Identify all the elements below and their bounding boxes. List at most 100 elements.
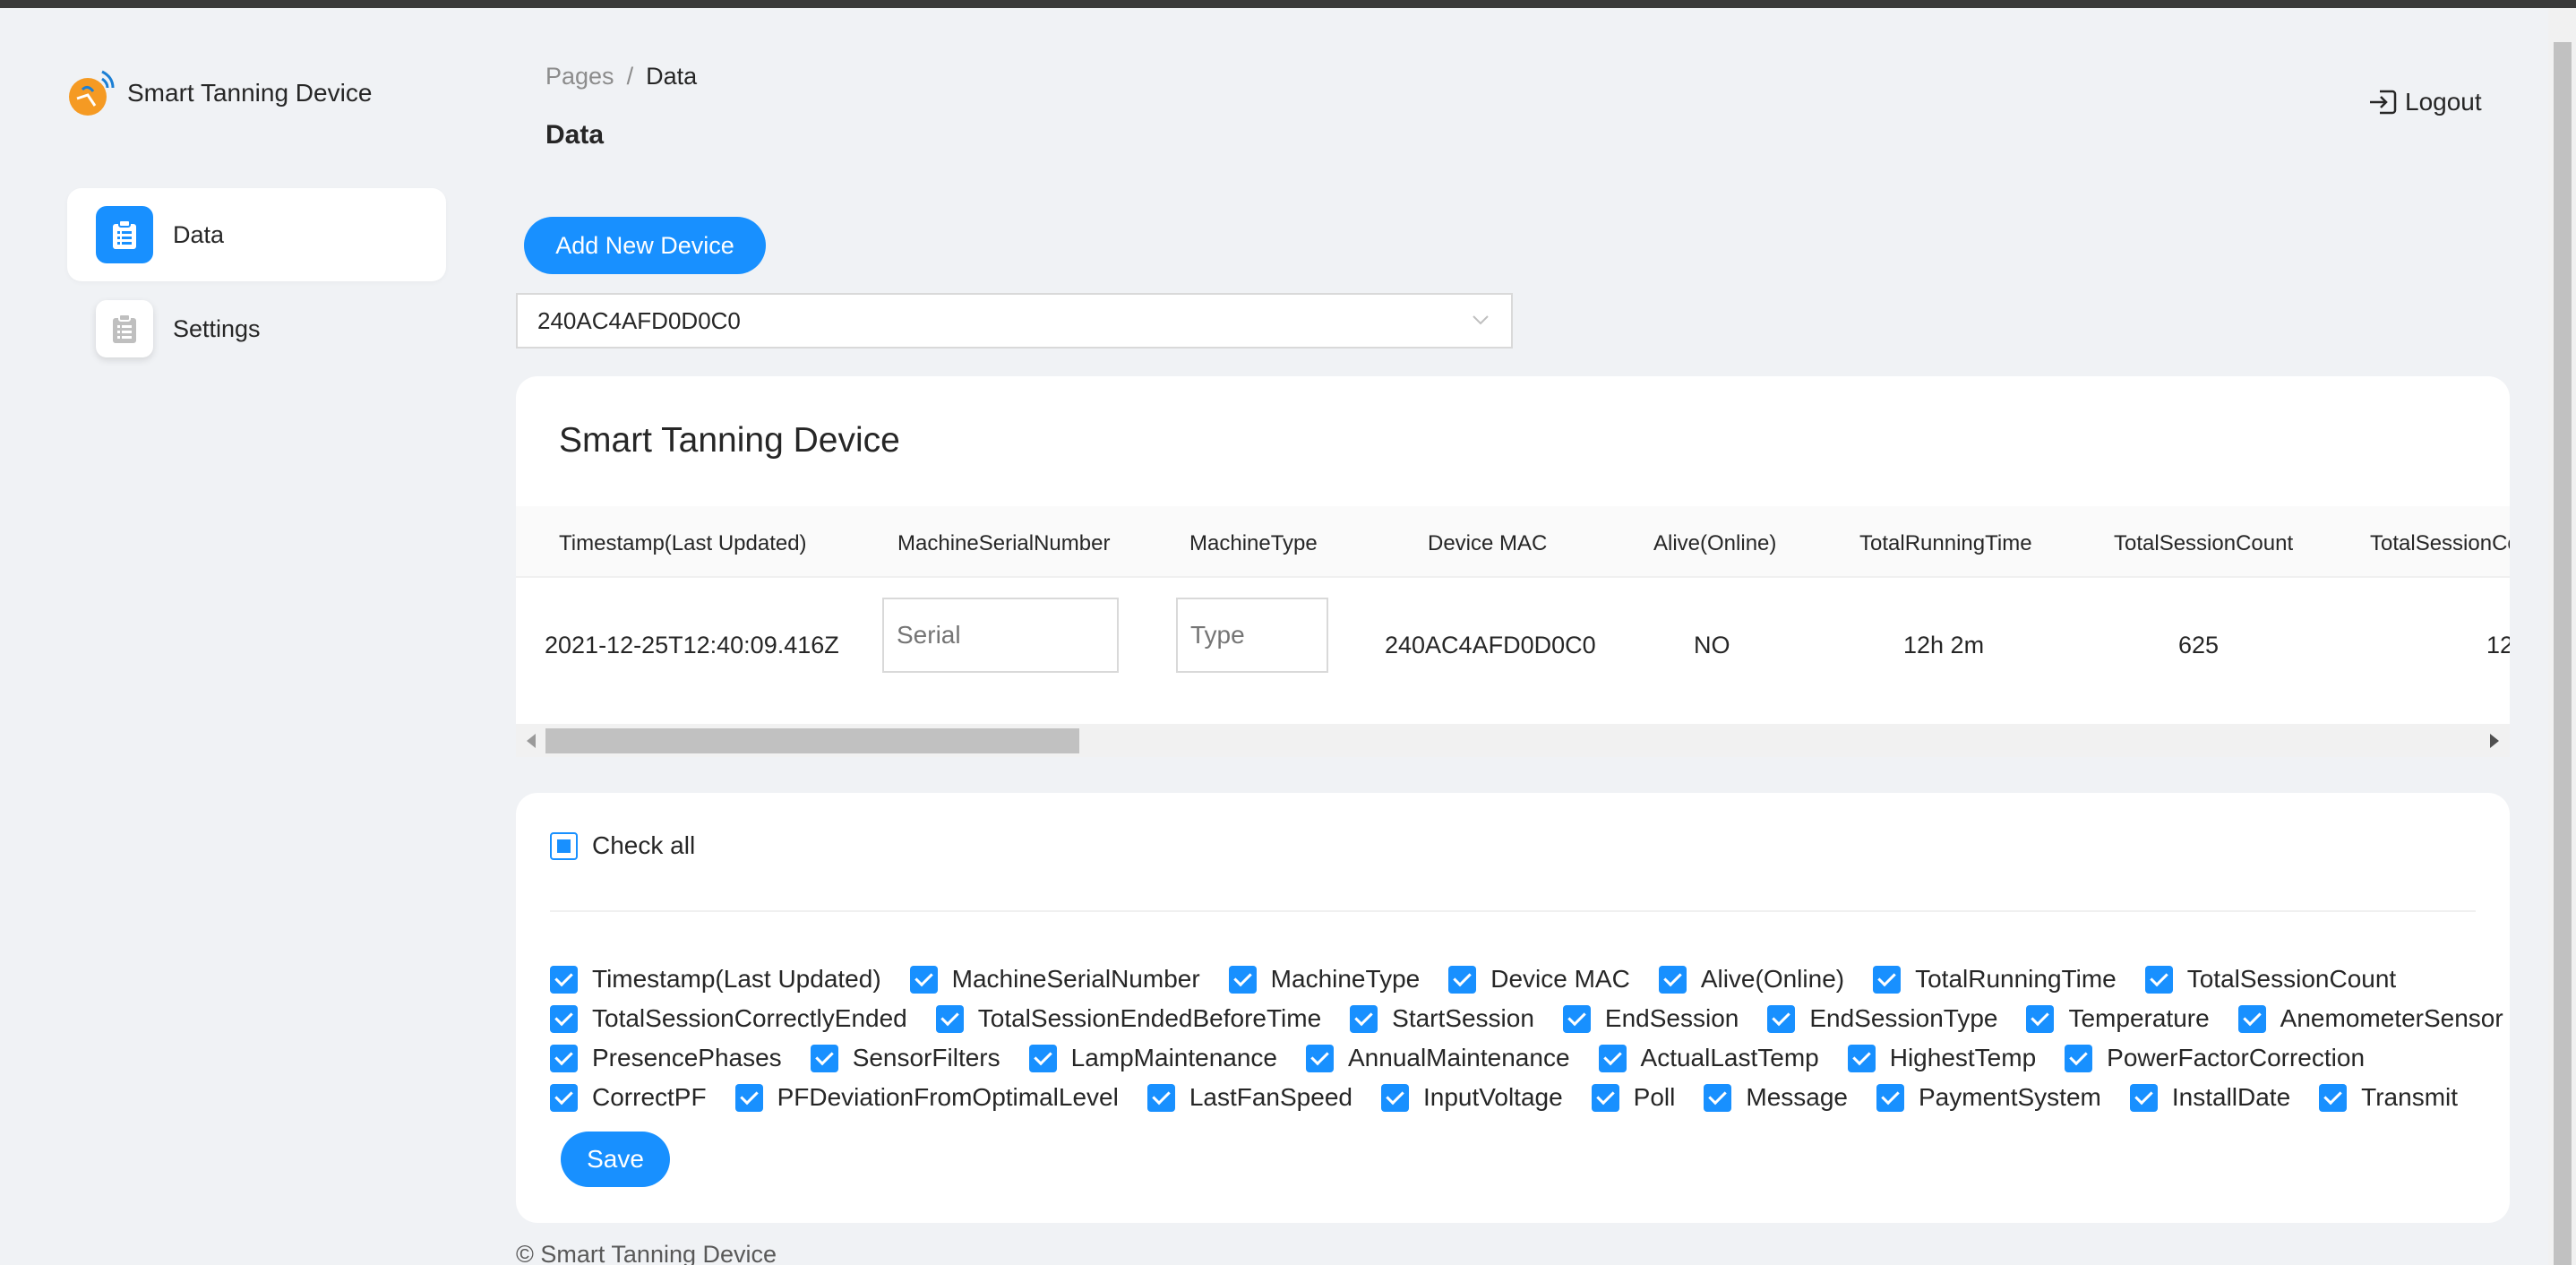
- column-header: MachineSerialNumber: [897, 531, 1111, 555]
- column-checkbox[interactable]: TotalSessionCount: [2144, 965, 2396, 994]
- column-checkbox[interactable]: EndSessionType: [1767, 1004, 1997, 1033]
- column-checkbox-label: Temperature: [2068, 1004, 2210, 1032]
- column-checkbox[interactable]: Alive(Online): [1658, 965, 1845, 994]
- horizontal-scrollbar[interactable]: [516, 724, 2510, 757]
- checkbox-checked-icon: [1350, 1004, 1378, 1033]
- checkbox-checked-icon: [1591, 1083, 1619, 1112]
- cell-running-time: 12h 2m: [1903, 632, 1985, 658]
- footer-text: © Smart Tanning Device: [516, 1241, 777, 1265]
- device-table-card: Smart Tanning Device Timestamp(Last Upda…: [516, 376, 2510, 757]
- checkbox-checked-icon: [1598, 1044, 1627, 1072]
- checkbox-checked-icon: [2129, 1083, 2158, 1112]
- column-checkbox[interactable]: TotalSessionCorrectlyEnded: [550, 1004, 907, 1033]
- column-options-row: Timestamp(Last Updated) MachineSerialNumb…: [550, 960, 2503, 999]
- column-checkbox[interactable]: PowerFactorCorrection: [2065, 1044, 2365, 1072]
- column-checkbox-label: StartSession: [1392, 1004, 1534, 1032]
- column-checkbox[interactable]: Temperature: [2026, 1004, 2210, 1033]
- type-input[interactable]: [1176, 598, 1328, 673]
- column-checkbox-label: TotalSessionEndedBeforeTime: [977, 1004, 1322, 1032]
- column-checkbox[interactable]: HighestTemp: [1847, 1044, 2036, 1072]
- table-header: Timestamp(Last Updated) MachineSerialNum…: [516, 506, 2510, 578]
- breadcrumb: Pages / Data: [545, 63, 697, 90]
- serial-input[interactable]: [882, 598, 1119, 673]
- scrollbar-thumb[interactable]: [2554, 42, 2572, 1265]
- device-select-value: 240AC4AFD0D0C0: [537, 306, 741, 334]
- scrollbar-thumb[interactable]: [545, 728, 1079, 753]
- chevron-down-icon: [1473, 315, 1489, 325]
- checkbox-checked-icon: [1704, 1083, 1732, 1112]
- column-checkbox-label: CorrectPF: [592, 1083, 707, 1111]
- clipboard-icon: [96, 300, 153, 357]
- column-header: Alive(Online): [1653, 531, 1777, 555]
- column-checkbox-label: TotalRunningTime: [1915, 965, 2117, 993]
- sidebar-item-settings[interactable]: Settings: [67, 282, 446, 375]
- add-new-device-button[interactable]: Add New Device: [524, 217, 766, 274]
- breadcrumb-separator: /: [626, 63, 634, 90]
- column-checkbox[interactable]: LampMaintenance: [1028, 1044, 1277, 1072]
- column-checkbox[interactable]: StartSession: [1350, 1004, 1534, 1033]
- checkbox-checked-icon: [2319, 1083, 2348, 1112]
- column-checkbox[interactable]: TotalSessionEndedBeforeTime: [935, 1004, 1322, 1033]
- column-header: TotalRunningTime: [1859, 531, 2032, 555]
- breadcrumb-pages[interactable]: Pages: [545, 63, 614, 90]
- save-button[interactable]: Save: [561, 1132, 670, 1187]
- column-checkbox[interactable]: MachineSerialNumber: [909, 965, 1200, 994]
- cell-session-correct: 12: [2486, 632, 2510, 658]
- checkbox-checked-icon: [2237, 1004, 2266, 1033]
- column-checkbox[interactable]: PFDeviationFromOptimalLevel: [734, 1083, 1119, 1112]
- column-checkbox[interactable]: Device MAC: [1448, 965, 1630, 994]
- window-top-bar: [0, 0, 2576, 8]
- column-checkbox-label: SensorFilters: [852, 1044, 1000, 1071]
- column-checkbox-label: PresencePhases: [592, 1044, 782, 1071]
- checkbox-checked-icon: [550, 965, 578, 994]
- cell-device-mac: 240AC4AFD0D0C0: [1385, 632, 1596, 658]
- column-checkbox[interactable]: MachineType: [1228, 965, 1420, 994]
- column-checkbox[interactable]: LastFanSpeed: [1146, 1083, 1352, 1112]
- brand: Smart Tanning Device: [68, 68, 372, 118]
- column-checkbox-label: Poll: [1633, 1083, 1676, 1111]
- logout-button[interactable]: Logout: [2367, 88, 2482, 116]
- scroll-right-icon[interactable]: [2490, 734, 2499, 748]
- column-checkbox[interactable]: Poll: [1591, 1083, 1676, 1112]
- column-checkbox[interactable]: TotalRunningTime: [1873, 965, 2117, 994]
- sidebar-item-data[interactable]: Data: [67, 188, 446, 281]
- checkbox-checked-icon: [1847, 1044, 1876, 1072]
- column-checkbox-label: Timestamp(Last Updated): [592, 965, 881, 993]
- vertical-scrollbar[interactable]: [2548, 8, 2576, 1265]
- checkbox-checked-icon: [1228, 965, 1257, 994]
- clipboard-icon: [96, 206, 153, 263]
- column-header: MachineType: [1189, 531, 1318, 555]
- column-checkbox[interactable]: SensorFilters: [810, 1044, 1000, 1072]
- column-checkbox-label: AnnualMaintenance: [1348, 1044, 1570, 1071]
- logout-label: Logout: [2405, 88, 2482, 116]
- column-checkbox[interactable]: Timestamp(Last Updated): [550, 965, 881, 994]
- checkbox-checked-icon: [2026, 1004, 2055, 1033]
- checkbox-checked-icon: [810, 1044, 838, 1072]
- column-checkbox-label: AnemometerSensor: [2280, 1004, 2503, 1032]
- column-checkbox[interactable]: EndSession: [1562, 1004, 1739, 1033]
- column-checkbox[interactable]: Transmit: [2319, 1083, 2458, 1112]
- column-checkbox-label: Alive(Online): [1700, 965, 1845, 993]
- column-checkbox[interactable]: InputVoltage: [1380, 1083, 1563, 1112]
- column-checkbox[interactable]: ActualLastTemp: [1598, 1044, 1819, 1072]
- column-checkbox[interactable]: CorrectPF: [550, 1083, 707, 1112]
- column-checkbox[interactable]: PaymentSystem: [1876, 1083, 2101, 1112]
- scroll-left-icon[interactable]: [527, 734, 536, 748]
- column-checkbox[interactable]: PresencePhases: [550, 1044, 782, 1072]
- column-checkbox-label: Message: [1746, 1083, 1848, 1111]
- column-checkbox[interactable]: AnnualMaintenance: [1306, 1044, 1570, 1072]
- column-checkbox[interactable]: Message: [1704, 1083, 1848, 1112]
- checkbox-checked-icon: [1658, 965, 1687, 994]
- check-all-checkbox[interactable]: Check all: [550, 831, 695, 860]
- checkbox-checked-icon: [550, 1083, 578, 1112]
- device-select[interactable]: 240AC4AFD0D0C0: [516, 293, 1513, 349]
- table-row: 2021-12-25T12:40:09.416Z 240AC4AFD0D0C0 …: [516, 580, 2510, 714]
- divider: [550, 910, 2476, 912]
- checkbox-indeterminate-icon: [550, 831, 578, 860]
- checkbox-checked-icon: [2065, 1044, 2093, 1072]
- column-checkbox[interactable]: InstallDate: [2129, 1083, 2290, 1112]
- checkbox-checked-icon: [1873, 965, 1902, 994]
- column-checkbox[interactable]: AnemometerSensor: [2237, 1004, 2503, 1033]
- column-checkbox-label: PowerFactorCorrection: [2107, 1044, 2366, 1071]
- column-header: Timestamp(Last Updated): [559, 531, 807, 555]
